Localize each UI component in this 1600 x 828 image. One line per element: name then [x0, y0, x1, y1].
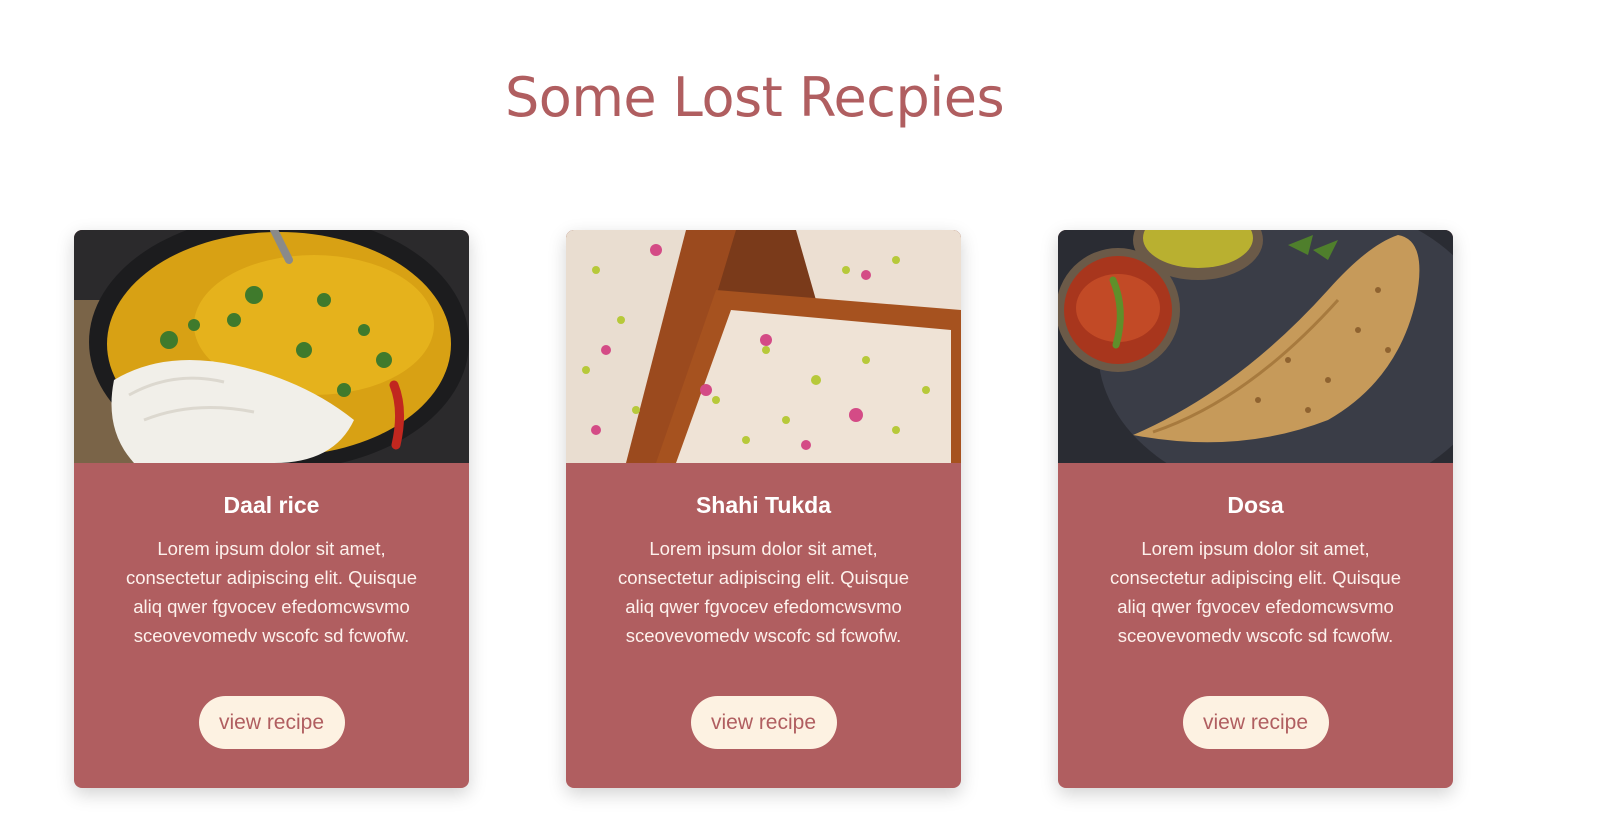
recipe-title: Dosa — [1227, 492, 1284, 518]
view-recipe-button[interactable]: view recipe — [1182, 696, 1329, 749]
recipe-card-daal-rice: Daal rice Lorem ipsum dolor sit amet, co… — [74, 230, 469, 788]
recipe-card-dosa: Dosa Lorem ipsum dolor sit amet, consect… — [1058, 230, 1453, 788]
daal-rice-photo — [74, 230, 469, 463]
view-recipe-button[interactable]: view recipe — [690, 696, 837, 749]
dosa-photo — [1058, 230, 1453, 463]
recipe-description: Lorem ipsum dolor sit amet, consectetur … — [617, 538, 910, 646]
recipe-title: Daal rice — [223, 492, 320, 518]
view-recipe-button[interactable]: view recipe — [198, 696, 345, 749]
recipe-description: Lorem ipsum dolor sit amet, consectetur … — [1109, 538, 1402, 646]
recipe-title: Shahi Tukda — [695, 492, 832, 518]
recipe-description: Lorem ipsum dolor sit amet, consectetur … — [125, 538, 418, 646]
recipe-card-shahi-tukda: Shahi Tukda Lorem ipsum dolor sit amet, … — [566, 230, 961, 788]
shahi-tukda-photo — [566, 230, 961, 463]
page-title: Some Lost Recpies — [505, 66, 1005, 129]
